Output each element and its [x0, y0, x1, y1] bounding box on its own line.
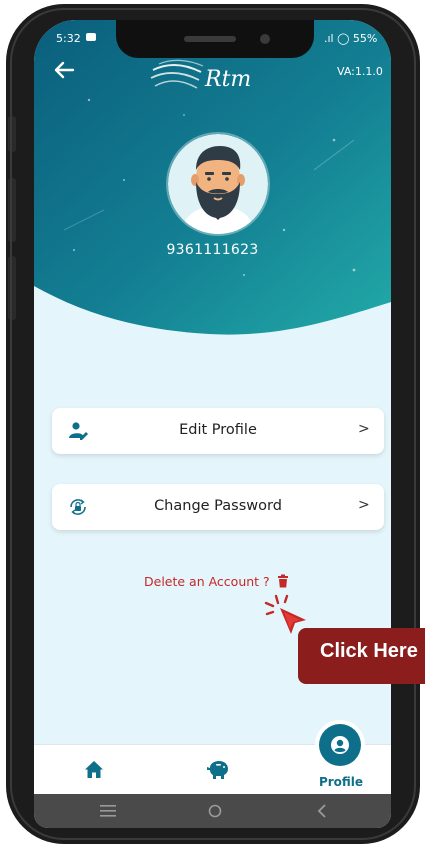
status-signal-battery: .ıl ◯ 55% — [324, 32, 378, 45]
phone-volume-down-button — [8, 256, 16, 320]
profile-phone-number: 9361111623 — [166, 242, 259, 258]
nav-profile-label: Profile — [318, 775, 364, 789]
delete-account-link[interactable]: Delete an Account ? — [144, 572, 290, 590]
trash-icon — [277, 574, 288, 588]
edit-profile-label: Edit Profile — [179, 422, 257, 438]
status-time: 5:32 — [56, 32, 81, 45]
home-circle-icon[interactable] — [208, 804, 222, 818]
arrow-left-icon — [54, 61, 75, 79]
message-notification-icon — [86, 33, 96, 41]
app-screen: 5:32 .ıl ◯ 55% Rtm VA:1.1.0 9361111623 E… — [34, 20, 391, 828]
app-version: VA:1.1.0 — [337, 65, 383, 78]
delete-account-label: Delete an Account ? — [144, 573, 270, 589]
camera-notch — [116, 20, 314, 58]
phone-volume-up-button — [8, 178, 16, 242]
profile-avatar — [166, 132, 270, 236]
svg-text:Rtm: Rtm — [204, 67, 251, 92]
speaker-slit — [184, 36, 236, 42]
nav-home-button[interactable] — [74, 745, 114, 795]
click-here-callout: Click Here — [298, 628, 425, 684]
chevron-right-icon: > — [358, 421, 370, 437]
edit-profile-button[interactable]: Edit Profile > — [52, 408, 384, 454]
nav-savings-button[interactable] — [198, 745, 238, 795]
change-password-button[interactable]: Change Password > — [52, 484, 384, 530]
front-camera — [260, 34, 270, 44]
back-button[interactable] — [52, 58, 80, 82]
back-chevron-icon[interactable] — [317, 804, 327, 818]
user-circle-icon — [331, 736, 349, 754]
nav-profile-button[interactable] — [319, 724, 361, 766]
piggy-bank-icon — [207, 761, 228, 779]
recents-menu-icon[interactable] — [100, 805, 116, 817]
chevron-right-icon: > — [358, 497, 370, 513]
bearded-man-avatar-icon — [168, 134, 268, 234]
app-logo: Rtm — [150, 59, 251, 92]
phone-side-button — [8, 116, 16, 152]
system-navigation-bar — [34, 794, 391, 828]
home-icon — [85, 761, 103, 778]
change-password-label: Change Password — [154, 498, 282, 514]
